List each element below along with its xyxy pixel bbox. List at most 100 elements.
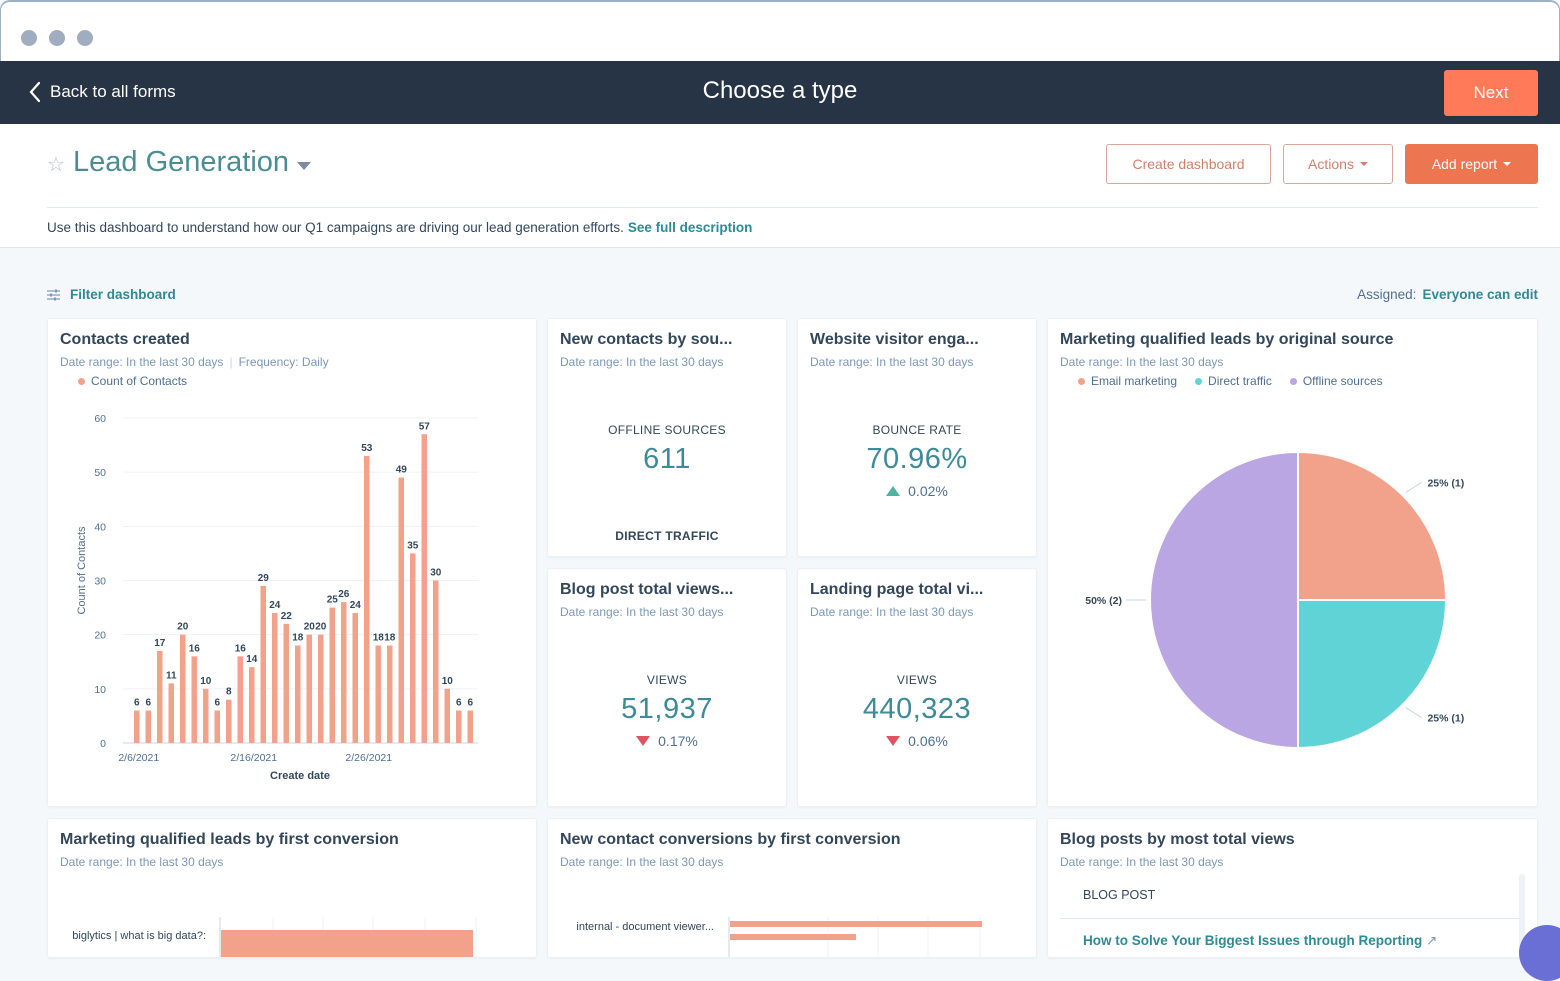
slice-leader-line bbox=[1405, 482, 1422, 493]
bar[interactable] bbox=[214, 710, 221, 744]
bar[interactable] bbox=[134, 710, 140, 744]
bar[interactable] bbox=[341, 602, 347, 743]
see-full-description-link[interactable]: See full description bbox=[628, 220, 753, 235]
card-blog-posts-by-views[interactable]: Blog posts by most total views Date rang… bbox=[1047, 818, 1538, 958]
bar[interactable] bbox=[237, 656, 244, 743]
card-website-visitor-engagement[interactable]: Website visitor enga... Date range: In t… bbox=[797, 318, 1037, 557]
dashboard-title[interactable]: Lead Generation bbox=[73, 146, 289, 179]
bar[interactable] bbox=[456, 710, 462, 744]
card-title: New contacts by sou... bbox=[560, 331, 733, 348]
card-blog-post-total-views[interactable]: Blog post total views... Date range: In … bbox=[547, 568, 787, 807]
data-label: 29 bbox=[258, 573, 270, 584]
assigned-info: Assigned: Everyone can edit bbox=[1357, 287, 1538, 302]
hbar[interactable] bbox=[221, 930, 473, 958]
bar[interactable] bbox=[180, 634, 186, 743]
pie-slice[interactable] bbox=[1297, 599, 1448, 750]
bar[interactable] bbox=[387, 645, 393, 744]
date-range: Date range: In the last 30 days bbox=[560, 605, 724, 619]
bar[interactable] bbox=[283, 623, 290, 743]
bar[interactable] bbox=[191, 656, 198, 743]
bar[interactable] bbox=[467, 710, 474, 744]
create-dashboard-label: Create dashboard bbox=[1132, 156, 1245, 172]
card-mql-by-original-source[interactable]: Marketing qualified leads by original so… bbox=[1047, 318, 1538, 807]
card-title: Landing page total vi... bbox=[810, 581, 984, 598]
data-label: 6 bbox=[145, 698, 151, 709]
actions-button[interactable]: Actions bbox=[1283, 144, 1393, 184]
bar[interactable] bbox=[352, 613, 359, 743]
data-label: 26 bbox=[338, 589, 350, 600]
window-close-button[interactable] bbox=[21, 30, 37, 46]
bar[interactable] bbox=[318, 634, 324, 743]
bar[interactable] bbox=[168, 683, 175, 743]
filter-dashboard-button[interactable]: Filter dashboard bbox=[47, 287, 176, 302]
bar[interactable] bbox=[444, 688, 451, 743]
mql-pie-chart: 25% (1) 25% (1) 50% (2) bbox=[1085, 450, 1464, 750]
dashboard-header: ☆ Lead Generation Create dashboard Actio… bbox=[0, 124, 1560, 248]
date-range: Date range: In the last 30 days bbox=[1060, 855, 1224, 869]
next-button[interactable]: Next bbox=[1444, 70, 1538, 116]
bar[interactable] bbox=[421, 434, 428, 743]
bar[interactable] bbox=[306, 634, 313, 743]
slice-label: 25% (1) bbox=[1427, 712, 1464, 724]
data-label: 16 bbox=[235, 643, 247, 654]
help-chat-button[interactable] bbox=[1519, 925, 1560, 981]
bar[interactable] bbox=[410, 553, 416, 743]
add-report-button[interactable]: Add report bbox=[1405, 144, 1538, 184]
pie-slice[interactable] bbox=[1149, 450, 1299, 750]
bar[interactable] bbox=[329, 607, 336, 743]
bar[interactable] bbox=[226, 699, 232, 743]
data-label: 18 bbox=[292, 633, 304, 644]
card-mql-by-first-conversion[interactable]: Marketing qualified leads by first conve… bbox=[47, 818, 537, 958]
date-range: Date range: In the last 30 days bbox=[810, 605, 974, 619]
change-value: 0.06% bbox=[908, 733, 948, 749]
card-title: Website visitor enga... bbox=[810, 331, 979, 348]
window-minimize-button[interactable] bbox=[49, 30, 65, 46]
bar[interactable] bbox=[375, 645, 382, 744]
data-label: 6 bbox=[456, 698, 462, 709]
data-label: 35 bbox=[407, 540, 419, 551]
bar[interactable] bbox=[157, 650, 163, 743]
pie-slice[interactable] bbox=[1297, 450, 1448, 601]
hbar[interactable] bbox=[730, 934, 856, 940]
date-range: Date range: In the last 30 days bbox=[560, 355, 724, 369]
data-label: 16 bbox=[189, 643, 201, 654]
bar[interactable] bbox=[272, 613, 278, 743]
card-contacts-created[interactable]: Contacts created Date range: In the last… bbox=[47, 318, 537, 807]
data-label: 14 bbox=[246, 654, 258, 665]
bar[interactable] bbox=[398, 477, 405, 743]
dashboard-dropdown-icon[interactable] bbox=[297, 162, 311, 170]
bar[interactable] bbox=[364, 455, 370, 743]
bar[interactable] bbox=[295, 645, 301, 744]
data-label: 10 bbox=[442, 676, 454, 687]
date-range: Date range: In the last 30 days bbox=[810, 355, 974, 369]
bar[interactable] bbox=[249, 667, 255, 743]
kpi-value: 611 bbox=[643, 443, 691, 475]
dashboard-description: Use this dashboard to understand how our… bbox=[47, 220, 752, 235]
bar[interactable] bbox=[433, 580, 439, 744]
x-tick-label: 2/26/2021 bbox=[345, 752, 392, 764]
top-navbar: Back to all forms Choose a type Next bbox=[0, 61, 1560, 124]
create-dashboard-button[interactable]: Create dashboard bbox=[1106, 144, 1271, 184]
x-tick-label: 2/6/2021 bbox=[118, 752, 159, 764]
slice-leader-line bbox=[1405, 707, 1422, 718]
column-header-blog-post[interactable]: BLOG POST bbox=[1083, 888, 1155, 902]
card-new-contact-conversions[interactable]: New contact conversions by first convers… bbox=[547, 818, 1037, 958]
table-divider bbox=[1060, 918, 1519, 919]
data-label: 11 bbox=[166, 670, 177, 681]
bar[interactable] bbox=[260, 585, 267, 743]
data-label: 25 bbox=[327, 595, 339, 606]
data-label: 20 bbox=[177, 622, 189, 633]
card-new-contacts-by-source[interactable]: New contacts by sou... Date range: In th… bbox=[547, 318, 787, 557]
y-tick-label: 40 bbox=[94, 521, 106, 533]
data-label: 30 bbox=[430, 568, 442, 579]
kpi-value: 51,937 bbox=[621, 693, 713, 725]
card-landing-page-total-views[interactable]: Landing page total vi... Date range: In … bbox=[797, 568, 1037, 807]
assigned-value-link[interactable]: Everyone can edit bbox=[1422, 287, 1538, 302]
bar[interactable] bbox=[203, 688, 209, 743]
hbar[interactable] bbox=[730, 921, 982, 927]
window-maximize-button[interactable] bbox=[77, 30, 93, 46]
table-row-link[interactable]: How to Solve Your Biggest Issues through… bbox=[1083, 933, 1437, 949]
trend-down-icon bbox=[636, 736, 651, 746]
bar[interactable] bbox=[145, 710, 152, 744]
favorite-star-icon[interactable]: ☆ bbox=[47, 152, 65, 177]
